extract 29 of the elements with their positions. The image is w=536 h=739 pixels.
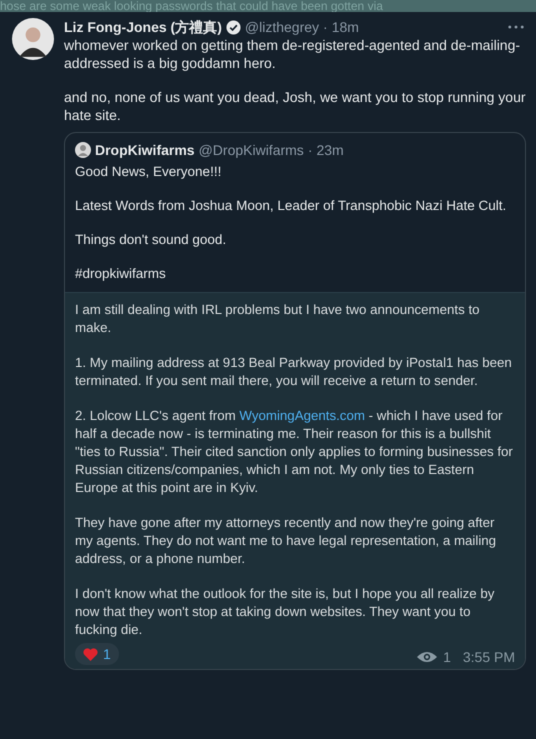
quoted-post[interactable] <box>64 132 526 670</box>
avatar-icon <box>75 142 91 158</box>
eye-icon <box>417 651 438 663</box>
message-text: I don't know what the outlook for the site is, but I hope you all realize by now that they won't stop at taking down websites. They want you to fucking die. <box>75 585 496 639</box>
quote-text: Latest Words from Joshua Moon, Leader of Transphobic Nazi Hate Cult. <box>75 197 508 214</box>
separator-dot: · <box>323 18 328 36</box>
post-time[interactable]: 18m <box>332 18 359 36</box>
author-handle[interactable]: @lizthegrey <box>244 18 320 36</box>
quote-text: #dropkiwifarms <box>75 265 167 282</box>
message-text: They have gone after my attorneys recently and now they're going after my agents. They do not want me to have legal representation, a mailing address, or a phone number. <box>75 514 498 568</box>
message-text: 1. My mailing address at 913 Beal Parkway provided by iPostal1 has been terminated. If you sent mail there, you will receive a return to sender. <box>75 354 513 390</box>
author-name[interactable]: Liz Fong-Jones (方禮真) <box>64 18 222 36</box>
tweet-text: whomever worked on getting them de-registered-agented and de-mailing-addressed is a big goddamn hero. <box>64 36 522 72</box>
separator-dot: · <box>308 141 312 159</box>
heart-icon <box>83 648 98 660</box>
view-count: 1 <box>443 649 451 665</box>
message-text: 2. Lolcow LLC's agent from WyomingAgents.com - which I have used for half a decade now - is terminating me. Their reason for this is a bullshit "ties to Russia". Their cited sanction only applies to forming businesses for Russian citizens/companies, which I am not. My only ties to Eastern Europe at this point are in Kyiv. <box>75 407 514 497</box>
message-text: I am still dealing with IRL problems but I have two announcements to make. <box>75 301 481 337</box>
post-time[interactable]: 23m <box>316 141 344 159</box>
quote-text: Good News, Everyone!!! <box>75 163 222 180</box>
website-link[interactable]: WyomingAgents.com <box>239 408 365 423</box>
author-name[interactable]: DropKiwifarms <box>95 141 195 159</box>
reaction-button[interactable]: 1 <box>75 643 119 665</box>
message-time: 3:55 PM <box>462 649 515 665</box>
tweet-text: and no, none of us want you dead, Josh, we want you to stop running your hate site. <box>64 88 526 124</box>
avatar <box>12 18 54 60</box>
more-icon[interactable] <box>508 25 524 29</box>
quote-text: Things don't sound good. <box>75 231 228 248</box>
author-handle[interactable]: @DropKiwifarms <box>198 141 304 159</box>
